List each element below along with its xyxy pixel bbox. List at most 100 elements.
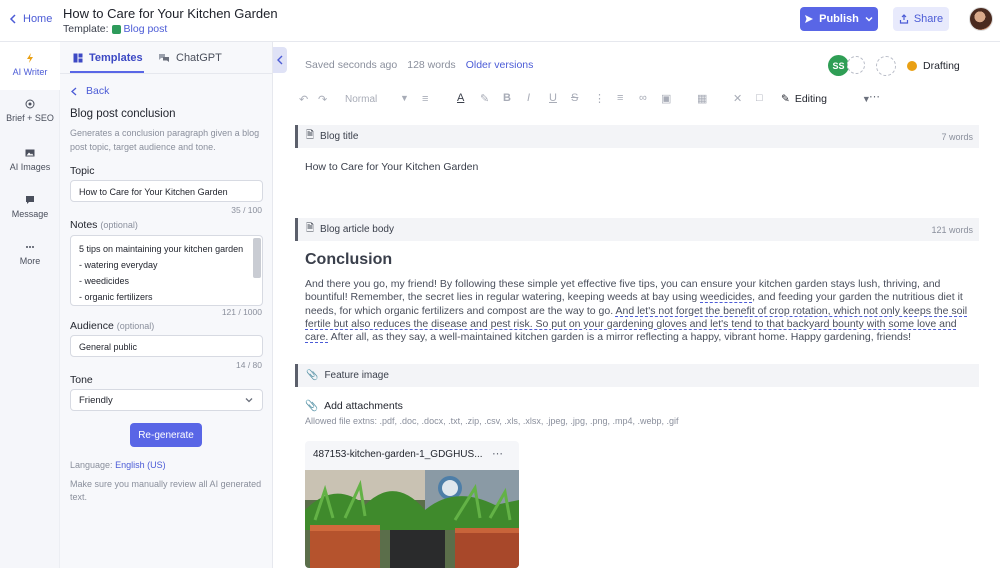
share-icon (899, 14, 908, 24)
article-body-text[interactable]: And there you go, my friend! By followin… (305, 278, 973, 344)
italic-icon[interactable]: I (527, 92, 530, 104)
collapse-panel-button[interactable] (273, 47, 287, 73)
chevron-down-icon (245, 398, 253, 403)
rail-label: Message (11, 209, 49, 219)
clear-format-icon[interactable]: ✕ (733, 92, 742, 105)
pencil-icon: ✎ (781, 93, 790, 105)
tone-select[interactable]: Friendly (70, 389, 263, 411)
chatgpt-icon (159, 54, 169, 62)
attachment-more-icon[interactable]: ⋯ (492, 447, 503, 460)
left-nav-rail: AI Writer Brief + SEO AI Images Message … (0, 42, 60, 568)
chevron-down-icon (865, 16, 873, 22)
ellipsis-icon (26, 246, 34, 248)
notes-line: - weedicides (79, 276, 130, 286)
numbered-list-icon[interactable]: ≡ (617, 92, 623, 104)
topic-label-text: Topic (70, 165, 95, 177)
back-link[interactable]: Back (70, 85, 109, 97)
table-icon[interactable]: ▦ (697, 92, 707, 105)
rail-label: More (19, 256, 41, 266)
editing-mode-select[interactable]: ✎ Editing ▼ (781, 93, 871, 105)
add-collaborator-icon[interactable] (847, 56, 865, 74)
rail-label: AI Writer (12, 67, 48, 77)
language-line: Language: English (US) (70, 460, 166, 470)
page-title[interactable]: How to Care for Your Kitchen Garden (63, 6, 278, 21)
user-avatar[interactable] (969, 7, 993, 31)
rail-item-ai-writer[interactable]: AI Writer (0, 42, 60, 90)
image-icon (25, 149, 35, 157)
word-count: 128 words (407, 59, 456, 71)
share-label: Share (913, 13, 944, 25)
older-versions-link[interactable]: Older versions (466, 59, 534, 71)
chevron-left-icon (71, 87, 77, 95)
template-link[interactable]: Blog post (124, 23, 168, 35)
comment-icon[interactable]: □ (756, 92, 763, 104)
rail-item-ai-images[interactable]: AI Images (0, 148, 60, 172)
document-icon: 🗎 (306, 130, 315, 141)
redo-icon[interactable]: ↷ (318, 93, 327, 106)
audience-input[interactable]: General public (70, 335, 263, 357)
tab-chatgpt[interactable]: ChatGPT (158, 52, 222, 64)
rail-item-message[interactable]: Message (0, 195, 60, 219)
text-color-icon[interactable]: A (457, 92, 464, 104)
flagged-word[interactable]: weedicides (700, 291, 752, 303)
rail-item-more[interactable]: More (0, 242, 60, 266)
topic-input[interactable]: How to Care for Your Kitchen Garden (70, 180, 263, 202)
template-info: Template: Blog post (63, 23, 167, 35)
chevron-left-icon (9, 14, 16, 24)
section-word-count: 7 words (941, 131, 973, 142)
paperclip-icon: 📎 (305, 400, 319, 412)
audience-counter: 14 / 80 (236, 360, 262, 370)
chevron-down-icon[interactable]: ▼ (400, 93, 409, 103)
saved-status: Saved seconds ago (305, 59, 398, 71)
attachment-card[interactable]: 487153-kitchen-garden-1_GDGHUS... ⋯ (305, 441, 519, 568)
regenerate-button[interactable]: Re-generate (130, 423, 202, 447)
collaborator-avatar[interactable]: SS (828, 55, 849, 76)
status-label: Drafting (923, 60, 960, 72)
undo-icon[interactable]: ↶ (299, 93, 308, 106)
notes-label-text: Notes (70, 219, 98, 231)
topic-counter: 35 / 100 (231, 205, 262, 215)
home-link[interactable]: Home (8, 13, 52, 25)
bold-icon[interactable]: B (503, 92, 511, 104)
align-icon[interactable]: ≡ (422, 93, 428, 105)
target-icon (25, 99, 35, 109)
attachment-filename: 487153-kitchen-garden-1_GDGHUS... (313, 449, 483, 460)
paragraph-style-select[interactable]: Normal (345, 94, 377, 105)
bullet-list-icon[interactable]: ⋮ (594, 92, 605, 105)
tone-label: Tone (70, 374, 93, 386)
chat-icon (26, 196, 34, 204)
chevron-left-icon (277, 55, 283, 65)
add-attachments-button[interactable]: 📎 Add attachments (305, 399, 403, 413)
notes-textarea[interactable]: 5 tips on maintaining your kitchen garde… (70, 235, 263, 306)
audience-label: Audience (optional) (70, 320, 154, 332)
panel-tabs: Templates ChatGPT (60, 42, 273, 74)
status-badge[interactable]: Drafting (907, 60, 960, 72)
editor-status-row: Saved seconds ago 128 words Older versio… (305, 59, 533, 71)
publish-button[interactable]: Publish (800, 7, 878, 31)
blog-title-field[interactable]: How to Care for Your Kitchen Garden (305, 161, 478, 173)
notes-line: - watering everyday (79, 260, 158, 270)
notes-counter: 121 / 1000 (221, 307, 262, 317)
more-options-icon[interactable]: ⋯ (869, 90, 880, 103)
link-icon[interactable]: ∞ (639, 92, 647, 104)
share-button[interactable]: Share (893, 7, 949, 31)
underline-icon[interactable]: U (549, 92, 557, 104)
notes-scrollbar[interactable] (253, 238, 261, 278)
article-heading[interactable]: Conclusion (305, 251, 392, 269)
paperclip-icon: 📎 (306, 370, 319, 381)
notes-line: 5 tips on maintaining your kitchen garde… (79, 244, 244, 254)
publish-label: Publish (819, 13, 859, 25)
strikethrough-icon[interactable]: S (571, 92, 578, 104)
highlight-icon[interactable]: ✎ (480, 92, 489, 105)
insert-image-icon[interactable]: ▣ (661, 92, 671, 105)
assign-icon[interactable] (876, 56, 896, 76)
ai-writer-panel: Templates ChatGPT Back Blog post conclus… (60, 42, 273, 568)
template-prefix: Template: (63, 23, 109, 35)
rail-label: AI Images (9, 162, 51, 172)
tab-templates[interactable]: Templates (73, 52, 143, 64)
kitchen-garden-image (305, 470, 519, 568)
review-note: Make sure you manually review all AI gen… (70, 479, 262, 502)
document-icon: 🗎 (306, 223, 315, 234)
rail-item-brief-seo[interactable]: Brief + SEO (0, 99, 60, 123)
language-link[interactable]: English (US) (115, 460, 166, 470)
